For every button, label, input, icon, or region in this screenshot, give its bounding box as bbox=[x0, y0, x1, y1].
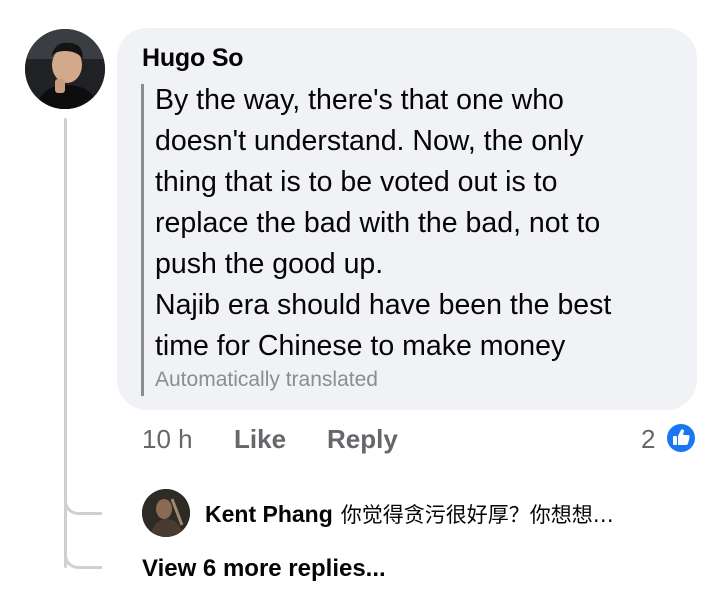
thread-connector bbox=[64, 497, 102, 515]
comment-author[interactable]: Hugo So bbox=[142, 44, 244, 73]
comment-body: By the way, there's that one who doesn't… bbox=[155, 84, 612, 362]
like-thumbs-up-icon[interactable] bbox=[665, 422, 697, 454]
reply-author[interactable]: Kent Phang bbox=[205, 501, 333, 527]
like-button[interactable]: Like bbox=[234, 424, 286, 455]
translation-note[interactable]: Automatically translated bbox=[155, 368, 378, 392]
reply-text: 你觉得贪污很好厚？你想想… bbox=[340, 503, 614, 527]
comment-text: By the way, there's that one who doesn't… bbox=[155, 80, 685, 367]
reply-preview[interactable]: Kent Phang 你觉得贪污很好厚？你想想… bbox=[205, 499, 614, 529]
comment-timestamp[interactable]: 10 h bbox=[142, 424, 193, 455]
avatar[interactable] bbox=[25, 29, 105, 109]
comment-thread: Hugo So By the way, there's that one who… bbox=[0, 0, 720, 602]
reply-avatar[interactable] bbox=[142, 489, 190, 537]
view-more-replies-link[interactable]: View 6 more replies... bbox=[142, 555, 386, 583]
thread-connector bbox=[64, 551, 102, 569]
reaction-count[interactable]: 2 bbox=[641, 424, 655, 455]
reply-button[interactable]: Reply bbox=[327, 424, 398, 455]
translation-quote-bar bbox=[141, 84, 144, 396]
